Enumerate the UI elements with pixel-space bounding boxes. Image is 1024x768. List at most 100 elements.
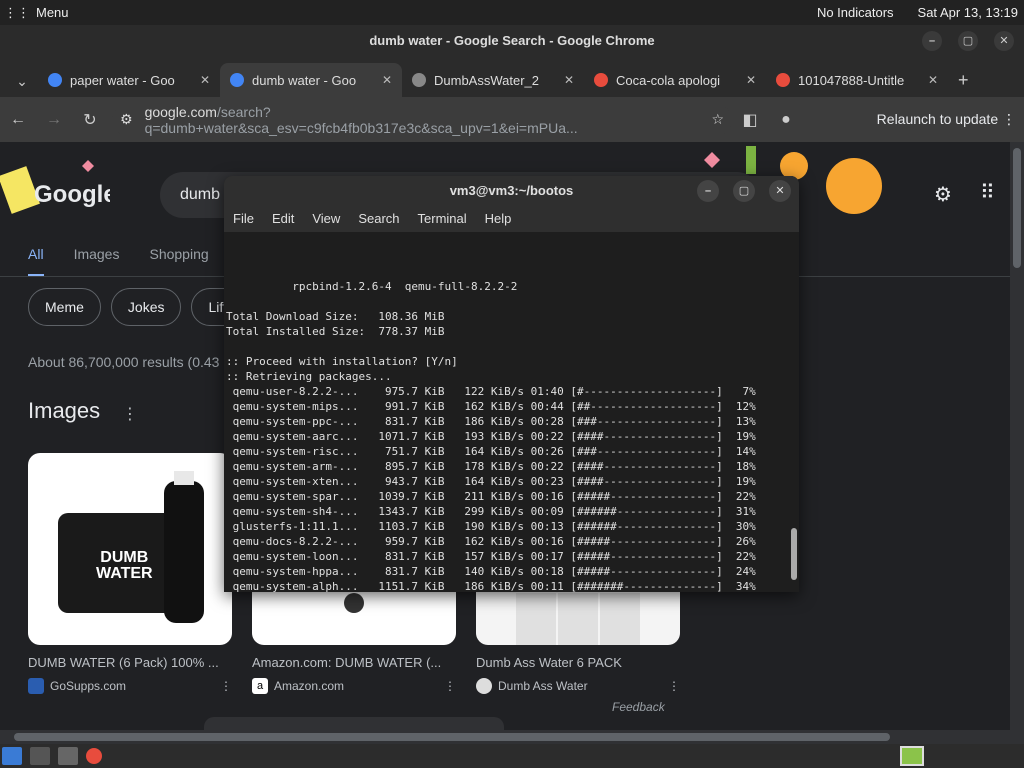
tabs-container: paper water - Goo ✕ dumb water - Goo ✕ DumbA… xyxy=(38,63,948,97)
tab-close-icon[interactable]: ✕ xyxy=(746,73,756,87)
side-panel-icon: ◧ xyxy=(742,111,758,129)
page-vertical-scrollbar[interactable] xyxy=(1010,142,1024,730)
product-label-bottom: WATER xyxy=(96,565,153,582)
terminal-scroll-thumb[interactable] xyxy=(791,528,797,580)
indicators-label[interactable]: No Indicators xyxy=(817,5,894,20)
tab-search-button[interactable]: ⌄ xyxy=(6,65,38,97)
terminal-line: Total Download Size: 108.36 MiB xyxy=(226,310,445,323)
tab-favicon-icon xyxy=(776,73,790,87)
terminal-window[interactable]: vm3@vm3:~/bootos – ▢ ✕ File Edit View Se… xyxy=(224,176,799,592)
terminal-close-button[interactable]: ✕ xyxy=(769,180,791,202)
page-horizontal-scrollbar[interactable] xyxy=(0,730,1024,744)
chip-jokes[interactable]: Jokes xyxy=(110,288,182,326)
arrow-left-icon: ← xyxy=(10,110,26,128)
tab-title: paper water - Goo xyxy=(70,72,175,88)
images-more-icon[interactable]: ⋮ xyxy=(122,404,138,424)
card-caption[interactable]: Dumb Ass Water 6 PACK xyxy=(476,655,680,670)
tab-close-icon[interactable]: ✕ xyxy=(928,73,938,87)
card-caption[interactable]: DUMB WATER (6 Pack) 100% ... xyxy=(28,655,232,670)
terminal-output[interactable]: rpcbind-1.2.6-4 qemu-full-8.2.2-2 Total … xyxy=(224,232,799,592)
terminal-line: qemu-system-sh4-... 1343.7 KiB 299 KiB/s… xyxy=(226,505,756,518)
tab-all[interactable]: All xyxy=(28,246,44,277)
card-more-icon[interactable]: ⋮ xyxy=(668,679,680,693)
avatar-doodle-icon xyxy=(826,158,882,214)
images-heading: Images xyxy=(28,398,101,423)
tab-close-icon[interactable]: ✕ xyxy=(200,73,210,87)
workspace-indicator-icon[interactable] xyxy=(900,746,924,766)
browser-tab[interactable]: 101047888-Untitle ✕ xyxy=(766,63,948,97)
minimize-button[interactable]: – xyxy=(922,31,942,51)
card-source[interactable]: Dumb Ass Water ⋮ xyxy=(476,678,680,694)
bookmark-star-icon[interactable]: ☆ xyxy=(711,111,724,128)
system-menu-button[interactable]: ⋮⋮ Menu xyxy=(0,5,69,21)
menu-edit[interactable]: Edit xyxy=(272,206,294,232)
maximize-button[interactable]: ▢ xyxy=(958,31,978,51)
terminal-title: vm3@vm3:~/bootos xyxy=(449,183,574,198)
close-button[interactable]: ✕ xyxy=(994,31,1014,51)
card-more-icon[interactable]: ⋮ xyxy=(220,679,232,693)
terminal-line: qemu-system-risc... 751.7 KiB 164 KiB/s … xyxy=(226,445,756,458)
terminal-minimize-button[interactable]: – xyxy=(697,180,719,202)
results-count: About 86,700,000 results (0.43 xyxy=(28,354,220,370)
forward-button[interactable]: → xyxy=(36,111,72,129)
terminal-line: qemu-system-alph... 1151.7 KiB 186 KiB/s… xyxy=(226,580,756,592)
chip-meme[interactable]: Meme xyxy=(28,288,101,326)
sparkle-icon xyxy=(704,152,720,168)
terminal-line: qemu-system-ppc-... 831.7 KiB 186 KiB/s … xyxy=(226,415,756,428)
card-more-icon[interactable]: ⋮ xyxy=(444,679,456,693)
google-apps-icon[interactable]: ⠿ xyxy=(980,180,995,205)
tab-close-icon[interactable]: ✕ xyxy=(382,73,392,87)
terminal-line: :: Proceed with installation? [Y/n] xyxy=(226,355,458,368)
menu-search[interactable]: Search xyxy=(358,206,399,232)
image-result-card[interactable]: DUMB WATER DUMB WATER (6 Pack) 100% ... … xyxy=(28,453,232,694)
site-info-icon[interactable]: ⚙ xyxy=(120,111,133,128)
settings-gear-icon[interactable]: ⚙ xyxy=(934,182,952,207)
browser-tab[interactable]: DumbAssWater_2 ✕ xyxy=(402,63,584,97)
menu-view[interactable]: View xyxy=(312,206,340,232)
tab-images[interactable]: Images xyxy=(74,246,120,277)
terminal-line: qemu-user-8.2.2-... 975.7 KiB 122 KiB/s … xyxy=(226,385,756,398)
chrome-app-icon[interactable] xyxy=(86,748,102,764)
new-tab-button[interactable]: + xyxy=(948,70,979,97)
scroll-thumb[interactable] xyxy=(14,733,890,741)
more-results-bar[interactable] xyxy=(204,717,504,730)
source-favicon-icon xyxy=(476,678,492,694)
terminal-maximize-button[interactable]: ▢ xyxy=(733,180,755,202)
arrow-right-icon: → xyxy=(46,110,62,128)
back-button[interactable]: ← xyxy=(0,111,36,129)
relaunch-button[interactable]: Relaunch to update ⋮ xyxy=(877,111,1016,128)
terminal-app-icon[interactable] xyxy=(58,747,78,765)
tab-close-icon[interactable]: ✕ xyxy=(564,73,574,87)
show-desktop-icon[interactable] xyxy=(2,747,22,765)
card-source[interactable]: GoSupps.com ⋮ xyxy=(28,678,232,694)
browser-tab[interactable]: dumb water - Goo ✕ xyxy=(220,63,402,97)
google-doodle-logo[interactable]: Google xyxy=(0,150,128,220)
terminal-line: rpcbind-1.2.6-4 qemu-full-8.2.2-2 xyxy=(226,280,518,293)
browser-tab[interactable]: Coca-cola apologi ✕ xyxy=(584,63,766,97)
terminal-titlebar[interactable]: vm3@vm3:~/bootos – ▢ ✕ xyxy=(224,176,799,206)
card-source[interactable]: a Amazon.com ⋮ xyxy=(252,678,456,694)
menu-help[interactable]: Help xyxy=(485,206,512,232)
address-bar[interactable]: ⚙ google.com/search?q=dumb+water&sca_esv… xyxy=(112,103,732,136)
tab-title: Coca-cola apologi xyxy=(616,72,721,88)
side-panel-button[interactable]: ◧ xyxy=(732,110,768,130)
card-caption[interactable]: Amazon.com: DUMB WATER (... xyxy=(252,655,456,670)
scroll-thumb[interactable] xyxy=(1013,148,1021,268)
apps-grid-icon: ⋮⋮ xyxy=(4,4,30,20)
profile-button[interactable]: ● xyxy=(768,111,804,129)
menu-terminal[interactable]: Terminal xyxy=(418,206,467,232)
system-top-bar: ⋮⋮ Menu No Indicators Sat Apr 13, 13:19 xyxy=(0,0,1024,25)
tab-shopping[interactable]: Shopping xyxy=(149,246,208,277)
relaunch-label: Relaunch to update xyxy=(876,111,999,127)
feedback-link[interactable]: Feedback xyxy=(612,700,665,714)
kebab-menu-icon: ⋮ xyxy=(1002,111,1016,127)
browser-tab[interactable]: paper water - Goo ✕ xyxy=(38,63,220,97)
reload-button[interactable]: ↻ xyxy=(72,110,108,130)
image-thumbnail[interactable]: DUMB WATER xyxy=(28,453,232,645)
menu-file[interactable]: File xyxy=(233,206,254,232)
files-app-icon[interactable] xyxy=(30,747,50,765)
source-name: GoSupps.com xyxy=(50,679,127,693)
source-name: Dumb Ass Water xyxy=(498,679,588,693)
system-clock[interactable]: Sat Apr 13, 13:19 xyxy=(918,5,1018,20)
